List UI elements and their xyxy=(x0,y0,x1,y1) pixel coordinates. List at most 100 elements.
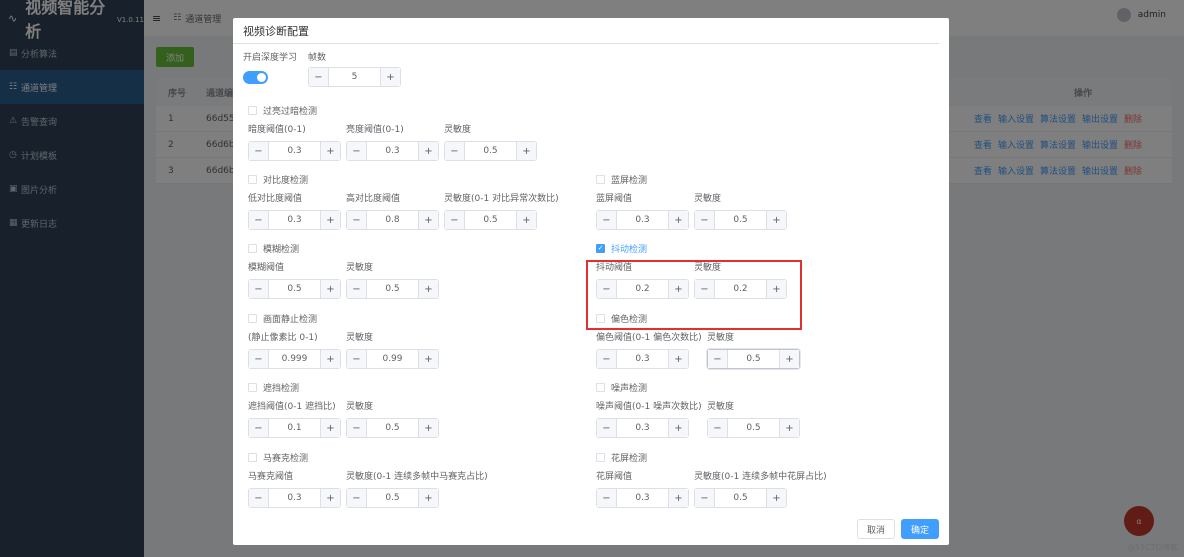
stepper-value[interactable]: 0.999 xyxy=(269,350,320,368)
checkbox-icon[interactable] xyxy=(596,452,605,462)
decrement-button[interactable]: − xyxy=(249,489,269,507)
increment-button[interactable]: + xyxy=(766,489,786,507)
decrement-button[interactable]: − xyxy=(249,350,269,368)
mosaic-checkbox-row[interactable]: 马赛克检测 xyxy=(248,451,308,464)
checkbox-icon[interactable] xyxy=(248,382,257,392)
checkbox-icon[interactable] xyxy=(596,174,605,184)
increment-button[interactable]: + xyxy=(320,211,340,229)
checkbox-icon[interactable] xyxy=(596,382,605,392)
blur-checkbox-row[interactable]: 模糊检测 xyxy=(248,242,299,255)
stepper-value[interactable]: 0.99 xyxy=(367,350,418,368)
stepper-value[interactable]: 0.3 xyxy=(617,419,668,437)
stepper-value[interactable]: 0.3 xyxy=(367,142,418,160)
number-stepper: −0.5 + xyxy=(694,210,787,230)
checkbox-icon[interactable] xyxy=(248,174,257,184)
confirm-button[interactable]: 确定 xyxy=(900,519,939,539)
field-label: 亮度阈值(0-1) xyxy=(346,125,404,135)
increment-button[interactable]: + xyxy=(418,280,438,298)
increment-button[interactable]: + xyxy=(516,142,536,160)
bluescreen-checkbox-row[interactable]: 蓝屏检测 xyxy=(596,173,647,186)
increment-button[interactable]: + xyxy=(668,489,688,507)
stepper-value[interactable]: 0.3 xyxy=(269,489,320,507)
cancel-button[interactable]: 取消 xyxy=(856,519,895,539)
decrement-button[interactable]: − xyxy=(249,142,269,160)
checkbox-icon[interactable] xyxy=(248,105,257,115)
occlusion-checkbox-row[interactable]: 遮挡检测 xyxy=(248,381,299,394)
decrement-button[interactable]: − xyxy=(708,350,728,368)
stepper-value[interactable]: 0.5 xyxy=(367,489,418,507)
stepper-value[interactable]: 0.5 xyxy=(465,142,516,160)
decrement-button[interactable]: − xyxy=(708,419,728,437)
decrement-button[interactable]: − xyxy=(249,280,269,298)
increment-button[interactable]: + xyxy=(320,489,340,507)
increment-button[interactable]: + xyxy=(779,350,799,368)
stepper-value[interactable]: 0.5 xyxy=(367,280,418,298)
decrement-button[interactable]: − xyxy=(309,68,329,86)
decrement-button[interactable]: − xyxy=(347,419,367,437)
decrement-button[interactable]: − xyxy=(597,350,617,368)
decrement-button[interactable]: − xyxy=(597,211,617,229)
stepper-value[interactable]: 0.3 xyxy=(269,211,320,229)
stepper-value[interactable]: 0.8 xyxy=(367,211,418,229)
increment-button[interactable]: + xyxy=(418,419,438,437)
increment-button[interactable]: + xyxy=(320,280,340,298)
noise-checkbox-row[interactable]: 噪声检测 xyxy=(596,381,647,394)
increment-button[interactable]: + xyxy=(516,211,536,229)
checkbox-icon[interactable] xyxy=(248,452,257,462)
deep-learning-toggle[interactable] xyxy=(243,71,268,84)
increment-button[interactable]: + xyxy=(779,419,799,437)
stepper-value[interactable]: 0.3 xyxy=(617,489,668,507)
frozen-checkbox-row[interactable]: 画面静止检测 xyxy=(248,312,317,325)
checkbox-icon[interactable] xyxy=(248,243,257,253)
stepper-value[interactable]: 0.3 xyxy=(617,211,668,229)
mosaic-field-1: 灵敏度(0-1 连续多帧中马赛克占比) −0.5 + xyxy=(346,469,488,508)
checkbox-icon[interactable] xyxy=(248,313,257,323)
increment-button[interactable]: + xyxy=(668,211,688,229)
field-label: 灵敏度 xyxy=(707,333,735,343)
checkbox-icon[interactable]: ✓ xyxy=(596,243,605,253)
decrement-button[interactable]: − xyxy=(347,211,367,229)
decrement-button[interactable]: − xyxy=(445,142,465,160)
decrement-button[interactable]: − xyxy=(597,489,617,507)
decrement-button[interactable]: − xyxy=(347,489,367,507)
increment-button[interactable]: + xyxy=(418,142,438,160)
increment-button[interactable]: + xyxy=(418,350,438,368)
stepper-value[interactable]: 0.5 xyxy=(715,489,766,507)
increment-button[interactable]: + xyxy=(320,350,340,368)
decrement-button[interactable]: − xyxy=(597,419,617,437)
decrement-button[interactable]: − xyxy=(347,142,367,160)
increment-button[interactable]: + xyxy=(380,68,400,86)
increment-button[interactable]: + xyxy=(320,419,340,437)
stepper-value[interactable]: 0.5 xyxy=(715,211,766,229)
increment-button[interactable]: + xyxy=(668,419,688,437)
decrement-button[interactable]: − xyxy=(249,211,269,229)
shake-checkbox-row[interactable]: ✓ 抖动检测 xyxy=(596,242,647,255)
brightness-checkbox-row[interactable]: 过亮过暗检测 xyxy=(248,104,317,117)
stepper-value[interactable]: 0.5 xyxy=(367,419,418,437)
contrast-fields: 低对比度阈值 −0.3 + 高对比度阈值 −0.8 + 灵敏度(0-1 对比异常次数比) −0… xyxy=(248,191,559,231)
decrement-button[interactable]: − xyxy=(347,280,367,298)
increment-button[interactable]: + xyxy=(418,211,438,229)
increment-button[interactable]: + xyxy=(668,350,688,368)
decrement-button[interactable]: − xyxy=(695,211,715,229)
stepper-value[interactable]: 0.5 xyxy=(465,211,516,229)
number-stepper: −0.3 + xyxy=(248,488,341,508)
decrement-button[interactable]: − xyxy=(249,419,269,437)
stepper-value[interactable]: 0.5 xyxy=(728,419,779,437)
stepper-value[interactable]: 0.3 xyxy=(617,350,668,368)
decrement-button[interactable]: − xyxy=(695,489,715,507)
decrement-button[interactable]: − xyxy=(445,211,465,229)
field-label: 灵敏度 xyxy=(346,402,374,412)
glitch-checkbox-row[interactable]: 花屏检测 xyxy=(596,451,647,464)
contrast-checkbox-row[interactable]: 对比度检测 xyxy=(248,173,308,186)
increment-button[interactable]: + xyxy=(418,489,438,507)
decrement-button[interactable]: − xyxy=(347,350,367,368)
increment-button[interactable]: + xyxy=(766,211,786,229)
stepper-value[interactable]: 0.1 xyxy=(269,419,320,437)
increment-button[interactable]: + xyxy=(320,142,340,160)
stepper-value[interactable]: 0.3 xyxy=(269,142,320,160)
stepper-value[interactable]: 0.5 xyxy=(728,350,779,368)
frames-input[interactable]: 5 xyxy=(329,68,380,86)
section-frozen: 画面静止检测 (静止像素比 0-1) −0.999 + 灵敏度 −0.99 + xyxy=(248,312,439,370)
stepper-value[interactable]: 0.5 xyxy=(269,280,320,298)
